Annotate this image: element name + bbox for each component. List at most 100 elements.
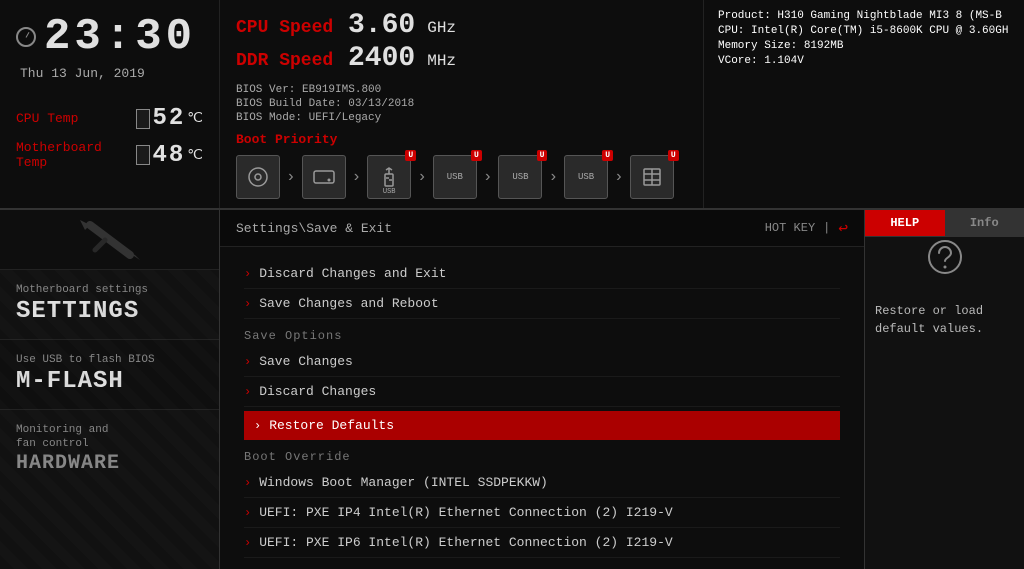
- product-value: H310 Gaming Nightblade MI3 8 (MS-B: [777, 10, 1001, 22]
- boot-icons: › › U USB ›: [236, 155, 687, 199]
- sidebar-mflash-section[interactable]: Use USB to flash BIOS M-FLASH: [0, 340, 219, 410]
- sidebar-hardware-section[interactable]: Monitoring and fan control HARDWARE: [0, 410, 219, 489]
- clock-icon: [16, 27, 36, 47]
- arrow-icon-boot2: ›: [244, 536, 251, 550]
- main-content: Motherboard settings SETTINGS Use USB to…: [0, 210, 1024, 569]
- memory-label: Memory Size:: [718, 40, 797, 52]
- help-text: Restore or load default values.: [875, 304, 983, 336]
- product-label: Product:: [718, 10, 771, 22]
- ddr-speed-value: 2400: [348, 43, 415, 74]
- clock-time: 23:30: [44, 12, 196, 62]
- menu-label-restore-defaults: Restore Defaults: [269, 418, 394, 433]
- top-left-panel: 23:30 Thu 13 Jun, 2019 CPU Temp 52 ℃ Mot…: [0, 0, 220, 208]
- boot-icon-net[interactable]: U: [630, 155, 674, 199]
- bios-build-line: BIOS Build Date: 03/13/2018: [236, 98, 687, 110]
- vcore-value: 1.104V: [764, 55, 804, 67]
- mflash-title: M-FLASH: [16, 368, 203, 395]
- boot-icon-usb2[interactable]: U USB: [433, 155, 477, 199]
- memory-line: Memory Size: 8192MB: [718, 40, 1010, 52]
- boot-arrow-1: ›: [286, 168, 296, 186]
- cpu-value: Intel(R) Core(TM) i5-8600K CPU @ 3.60GH: [751, 25, 1008, 37]
- boot-icon-cd[interactable]: [236, 155, 280, 199]
- top-right-panel: Product: H310 Gaming Nightblade MI3 8 (M…: [704, 0, 1024, 208]
- bios-mode-line: BIOS Mode: UEFI/Legacy: [236, 112, 687, 124]
- arrow-icon-boot0: ›: [244, 476, 251, 490]
- help-icon: [865, 237, 1024, 282]
- clock-date: Thu 13 Jun, 2019: [20, 66, 203, 81]
- menu-label-discard-changes: Discard Changes: [259, 384, 376, 399]
- menu-item-boot-0[interactable]: › Windows Boot Manager (INTEL SSDPEKKW): [244, 468, 840, 498]
- arrow-icon-restore: ›: [254, 419, 261, 433]
- usb4-badge: U: [602, 150, 613, 161]
- usb2-badge: U: [471, 150, 482, 161]
- arrow-icon-0: ›: [244, 267, 251, 281]
- sidebar-settings-section[interactable]: Motherboard settings SETTINGS: [0, 270, 219, 340]
- boot-arrow-3: ›: [417, 168, 427, 186]
- mb-temp-label: Motherboard Temp: [16, 140, 136, 170]
- clock-row: 23:30: [16, 12, 203, 62]
- cpu-speed-unit: GHz: [427, 19, 456, 37]
- boot-icon-usb4[interactable]: U USB: [564, 155, 608, 199]
- boot-override-label: Boot Override: [244, 450, 840, 464]
- bios-build-value: 03/13/2018: [348, 98, 414, 110]
- ddr-speed-label: DDR Speed: [236, 51, 336, 71]
- cpu-label: CPU:: [718, 25, 744, 37]
- help-tabs: HELP Info: [865, 210, 1024, 237]
- bios-build-label: BIOS Build Date:: [236, 98, 342, 110]
- panel-hotkey: HOT KEY | ↩: [765, 218, 848, 238]
- arrow-icon-boot1: ›: [244, 506, 251, 520]
- bios-info: BIOS Ver: EB919IMS.800 BIOS Build Date: …: [236, 84, 687, 126]
- vcore-line: VCore: 1.104V: [718, 55, 1010, 67]
- help-panel: HELP Info Restore or load default values…: [864, 210, 1024, 569]
- menu-item-restore-defaults[interactable]: › Restore Defaults: [244, 411, 840, 440]
- mb-temp-value: 48: [152, 142, 185, 169]
- boot-icon-usb3[interactable]: U USB: [498, 155, 542, 199]
- cpu-temp-value: 52: [152, 105, 185, 132]
- hotkey-separator: |: [823, 221, 830, 235]
- boot-arrow-4: ›: [483, 168, 493, 186]
- boot-arrow-5: ›: [548, 168, 558, 186]
- tab-info[interactable]: Info: [945, 210, 1024, 236]
- net-badge: U: [668, 150, 679, 161]
- mb-temp-row: Motherboard Temp 48 ℃: [16, 140, 203, 170]
- vcore-label: VCore:: [718, 55, 758, 67]
- menu-item-boot-2[interactable]: › UEFI: PXE IP6 Intel(R) Ethernet Connec…: [244, 528, 840, 558]
- hotkey-label: HOT KEY: [765, 221, 815, 235]
- menu-item-save-changes[interactable]: › Save Changes: [244, 347, 840, 377]
- menu-item-boot-1[interactable]: › UEFI: PXE IP4 Intel(R) Ethernet Connec…: [244, 498, 840, 528]
- menu-item-discard-changes[interactable]: › Discard Changes: [244, 377, 840, 407]
- main-panel: Settings\Save & Exit HOT KEY | ↩ › Disca…: [220, 210, 864, 569]
- mb-temp-unit: ℃: [187, 147, 203, 164]
- menu-item-discard-exit[interactable]: › Discard Changes and Exit: [244, 259, 840, 289]
- settings-sublabel: Motherboard settings: [16, 284, 203, 296]
- ddr-speed-row: DDR Speed 2400 MHz: [236, 43, 687, 74]
- menu-label-save-reboot: Save Changes and Reboot: [259, 296, 438, 311]
- mflash-sublabel: Use USB to flash BIOS: [16, 354, 203, 366]
- cpu-line: CPU: Intel(R) Core(TM) i5-8600K CPU @ 3.…: [718, 25, 1010, 37]
- cpu-temp-value-box: 52 ℃: [136, 105, 203, 132]
- mb-temp-value-box: 48 ℃: [136, 142, 203, 169]
- cpu-temp-label: CPU Temp: [16, 111, 78, 126]
- boot-icon-usb1[interactable]: U USB: [367, 155, 411, 199]
- boot-icon-hdd[interactable]: [302, 155, 346, 199]
- boot-arrow-6: ›: [614, 168, 624, 186]
- menu-item-save-reboot[interactable]: › Save Changes and Reboot: [244, 289, 840, 319]
- cpu-speed-label: CPU Speed: [236, 18, 336, 38]
- bios-mode-value: UEFI/Legacy: [309, 112, 382, 124]
- usb3-badge: U: [537, 150, 548, 161]
- menu-label-boot2: UEFI: PXE IP6 Intel(R) Ethernet Connecti…: [259, 535, 672, 550]
- boot-arrow-2: ›: [352, 168, 362, 186]
- menu-label-save-changes: Save Changes: [259, 354, 353, 369]
- tab-help[interactable]: HELP: [865, 210, 945, 236]
- top-center-panel: CPU Speed 3.60 GHz DDR Speed 2400 MHz BI…: [220, 0, 704, 208]
- arrow-icon-1: ›: [244, 297, 251, 311]
- usb1-badge: U: [405, 150, 416, 161]
- help-content: Restore or load default values.: [865, 290, 1024, 350]
- ddr-speed-unit: MHz: [427, 52, 456, 70]
- cpu-temp-unit: ℃: [187, 110, 203, 127]
- arrow-icon-save: ›: [244, 355, 251, 369]
- panel-path: Settings\Save & Exit: [236, 221, 392, 236]
- menu-label-boot0: Windows Boot Manager (INTEL SSDPEKKW): [259, 475, 548, 490]
- back-button[interactable]: ↩: [838, 218, 848, 238]
- memory-value: 8192MB: [804, 40, 844, 52]
